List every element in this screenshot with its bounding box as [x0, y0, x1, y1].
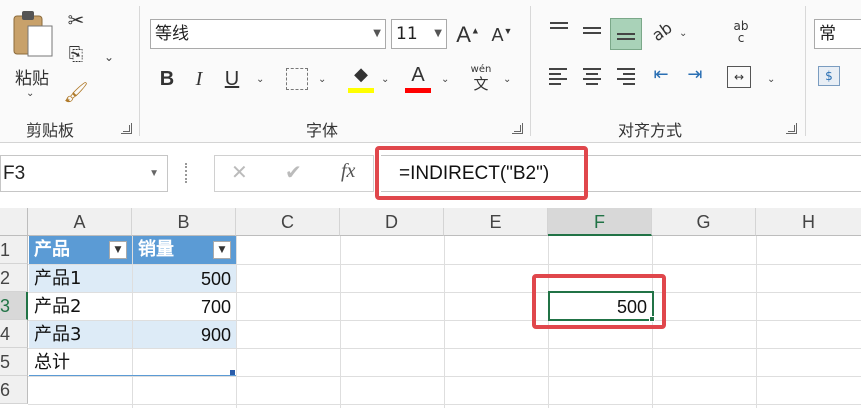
font-color-icon[interactable]: A — [407, 64, 429, 87]
table-header-product[interactable]: 产品 ▼ — [29, 236, 132, 264]
copy-icon[interactable]: ⎘ — [64, 44, 88, 65]
select-all-corner[interactable] — [0, 208, 28, 236]
row-header-3[interactable]: 3 — [0, 292, 28, 320]
increase-indent-icon[interactable]: ⇥ — [683, 64, 707, 85]
column-header-d[interactable]: D — [340, 208, 444, 236]
align-center-icon[interactable] — [583, 68, 601, 88]
fill-color-icon[interactable]: ◆ — [349, 64, 373, 85]
grow-font-button[interactable]: A▲ — [456, 22, 480, 48]
bottom-align-button[interactable] — [610, 18, 642, 50]
italic-button[interactable]: I — [189, 68, 209, 91]
chevron-down-icon: ▼ — [373, 28, 381, 39]
fill-color-dropdown-icon[interactable]: ⌄ — [381, 74, 389, 85]
merge-center-icon[interactable]: ↔ — [727, 66, 751, 88]
top-align-icon[interactable] — [550, 22, 568, 32]
column-header-b[interactable]: B — [132, 208, 236, 236]
row-header-4[interactable]: 4 — [0, 320, 28, 348]
table-cell[interactable] — [133, 349, 236, 376]
table-cell[interactable]: 700 — [133, 293, 236, 320]
bottom-align-icon — [617, 33, 635, 43]
underline-button[interactable]: U — [222, 68, 242, 91]
phonetic-dropdown-icon[interactable]: ⌄ — [503, 74, 511, 85]
font-size-value: 11 — [396, 24, 418, 44]
worksheet-grid: A B C D E F G H 1 2 3 4 5 6 产品 ▼ 销量 ▼ 产品… — [0, 208, 861, 408]
font-color-swatch — [405, 88, 431, 93]
column-header-e[interactable]: E — [444, 208, 548, 236]
column-header-g[interactable]: G — [652, 208, 756, 236]
align-left-icon[interactable] — [549, 68, 567, 88]
column-header-h[interactable]: H — [756, 208, 861, 236]
row-header-6[interactable]: 6 — [0, 376, 28, 404]
name-box[interactable]: F3 ▼ — [0, 155, 168, 192]
paste-button[interactable]: 粘贴 ⌄ — [8, 8, 56, 103]
chevron-down-icon[interactable]: ▼ — [149, 156, 159, 191]
clipboard-group-label: 剪贴板 — [25, 121, 74, 140]
fill-color-swatch — [348, 88, 374, 93]
formula-highlight-box — [375, 146, 588, 200]
decrease-indent-icon[interactable]: ⇤ — [649, 64, 673, 85]
font-name-combo[interactable]: 等线 ▼ — [150, 19, 386, 49]
borders-icon[interactable] — [286, 68, 308, 90]
font-size-combo[interactable]: 11 ▼ — [391, 19, 447, 49]
table-header-sales[interactable]: 销量 ▼ — [133, 236, 236, 264]
table-cell[interactable]: 产品1 — [29, 265, 132, 292]
filter-dropdown-icon[interactable]: ▼ — [109, 241, 127, 259]
format-painter-icon[interactable]: 🖌 — [62, 80, 90, 104]
formula-bar-grip[interactable] — [185, 163, 189, 183]
column-header-c[interactable]: C — [236, 208, 340, 236]
orientation-dropdown-icon[interactable]: ⌄ — [679, 28, 687, 39]
table-cell[interactable]: 总计 — [29, 349, 132, 376]
column-header-a[interactable]: A — [28, 208, 132, 236]
table-cell[interactable]: 500 — [133, 265, 236, 292]
paste-dropdown-icon[interactable]: ⌄ — [26, 88, 34, 99]
name-box-value: F3 — [3, 163, 26, 184]
cell-highlight-box — [532, 274, 666, 329]
ribbon: 粘贴 ⌄ ✂ ⎘ ⌄ 🖌 剪贴板 等线 ▼ 11 ▼ A▲ A▼ B I U ⌄… — [0, 0, 861, 143]
table-cell[interactable]: 产品3 — [29, 321, 132, 348]
cancel-icon[interactable]: ✕ — [231, 160, 248, 184]
alignment-group-label: 对齐方式 — [617, 121, 682, 140]
row-header-2[interactable]: 2 — [0, 264, 28, 292]
clipboard-icon — [13, 11, 53, 57]
orientation-icon[interactable]: ab — [648, 17, 677, 45]
cut-icon[interactable]: ✂ — [64, 8, 88, 32]
bold-button[interactable]: B — [157, 68, 177, 91]
merge-dropdown-icon[interactable]: ⌄ — [767, 74, 775, 85]
copy-dropdown-icon[interactable]: ⌄ — [104, 50, 114, 64]
enter-icon[interactable]: ✔ — [285, 160, 302, 184]
paste-label: 粘贴 — [15, 69, 49, 89]
table-bottom-border — [29, 375, 236, 376]
row-header-1[interactable]: 1 — [0, 236, 28, 264]
column-header-f[interactable]: F — [548, 208, 652, 236]
formula-bar-buttons: ✕ ✔ fx — [214, 155, 374, 192]
alignment-launcher-icon[interactable] — [786, 123, 797, 134]
font-group-label: 字体 — [305, 121, 338, 140]
chevron-down-icon: ▼ — [434, 28, 442, 39]
font-color-dropdown-icon[interactable]: ⌄ — [441, 74, 449, 85]
table-cell[interactable]: 900 — [133, 321, 236, 348]
align-right-icon[interactable] — [617, 68, 635, 88]
insert-function-icon[interactable]: fx — [341, 160, 355, 183]
filter-dropdown-icon[interactable]: ▼ — [213, 241, 231, 259]
font-name-value: 等线 — [155, 24, 189, 44]
accounting-format-icon[interactable]: $ — [818, 66, 840, 86]
borders-dropdown-icon[interactable]: ⌄ — [318, 74, 326, 85]
wrap-text-icon[interactable]: ab c — [729, 20, 753, 44]
number-format-value: 常 — [819, 24, 836, 44]
font-launcher-icon[interactable] — [512, 123, 523, 134]
table-resize-handle[interactable] — [230, 370, 235, 375]
table-cell[interactable]: 产品2 — [29, 293, 132, 320]
phonetic-guide-button[interactable]: wén 文 — [468, 64, 494, 93]
underline-dropdown-icon[interactable]: ⌄ — [256, 74, 264, 85]
row-header-5[interactable]: 5 — [0, 348, 28, 376]
clipboard-launcher-icon[interactable] — [121, 123, 132, 134]
middle-align-icon[interactable] — [583, 27, 601, 37]
number-format-combo[interactable]: 常 — [814, 19, 861, 49]
shrink-font-button[interactable]: A▼ — [490, 25, 514, 46]
